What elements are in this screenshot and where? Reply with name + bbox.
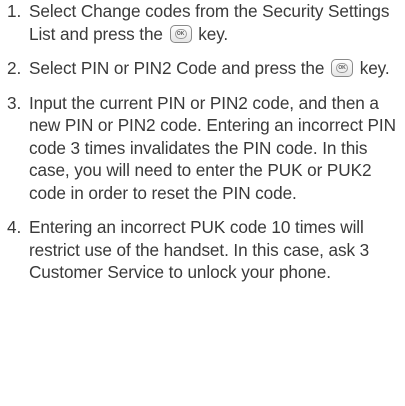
step-text: Select PIN or PIN2 Code and press the OK… [29, 57, 403, 80]
step-2: 2. Select PIN or PIN2 Code and press the… [7, 57, 403, 80]
step-text-after-key: key. [359, 58, 390, 78]
step-text: Entering an incorrect PUK code 10 times … [29, 217, 370, 282]
instruction-page: 1. Select Change codes from the Security… [0, 0, 405, 406]
step-text-after-key: key. [198, 23, 229, 44]
step-3: 3. Input the current PIN or PIN2 code, a… [7, 92, 403, 205]
ok-key-label: OK [338, 65, 346, 71]
step-text: Select Change codes from the Security Se… [29, 0, 403, 45]
step-4: 4. Entering an incorrect PUK code 10 tim… [7, 216, 403, 284]
steps-list: 1. Select Change codes from the Security… [7, 0, 403, 284]
step-number: 3. [7, 92, 22, 113]
step-number: 1. [7, 1, 22, 21]
ok-key-icon: OK [169, 24, 192, 43]
step-text: Input the current PIN or PIN2 code, and … [29, 92, 396, 203]
step-number: 2. [7, 58, 22, 78]
step-text-before-key: Select PIN or PIN2 Code and press the [29, 58, 325, 78]
step-1: 1. Select Change codes from the Security… [7, 0, 403, 45]
step-number: 4. [7, 217, 22, 237]
ok-key-icon: OK [331, 59, 354, 77]
ok-key-label: OK [176, 30, 185, 37]
